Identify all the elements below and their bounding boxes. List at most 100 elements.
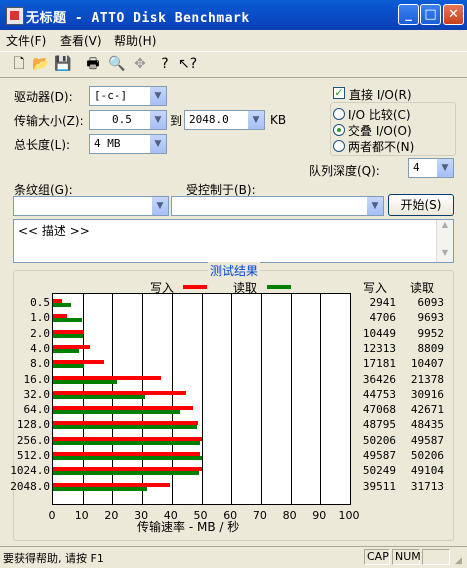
write-value: 50249 (362, 464, 396, 478)
read-bar (53, 394, 145, 399)
stripe-group-select[interactable]: ▼ (13, 196, 169, 216)
read-value: 8809 (417, 341, 445, 355)
y-tick-label: 16.0 (23, 372, 51, 386)
close-button[interactable]: ✕ (443, 4, 464, 25)
y-tick-label: 512.0 (16, 449, 50, 462)
chevron-down-icon[interactable]: ▼ (149, 135, 166, 153)
write-value: 17181 (362, 357, 396, 371)
read-bar (53, 333, 83, 338)
read-bar (53, 410, 180, 415)
io-overlap-radio[interactable] (333, 124, 345, 136)
drive-select[interactable]: [-c-] ▼ (89, 86, 167, 106)
io-neither-label: 两者都不(N) (348, 140, 415, 154)
total-length-value: 4 MB (94, 137, 121, 150)
read-bar (53, 471, 199, 476)
io-compare-radio[interactable] (333, 108, 345, 120)
io-neither-radio[interactable] (333, 140, 345, 152)
x-tick-label: 80 (282, 509, 297, 522)
chevron-down-icon[interactable]: ▼ (247, 111, 264, 129)
read-value: 10407 (410, 357, 444, 371)
save-icon[interactable]: 💾 (54, 55, 72, 73)
open-icon[interactable]: 📂 (32, 55, 50, 73)
status-help-text: 要获得帮助, 请按 F1 (3, 552, 104, 565)
start-button[interactable]: 开始(S) (388, 194, 454, 216)
grid-line (291, 294, 292, 504)
x-tick-label: 70 (252, 509, 267, 522)
description-scrollbar[interactable]: ▲ ▼ (436, 220, 453, 262)
y-tick-label: 1.0 (30, 311, 50, 325)
write-value: 10449 (362, 326, 396, 340)
y-tick-label: 8.0 (30, 357, 50, 371)
queue-depth-value: 4 (413, 161, 420, 174)
y-tick-label: 0.5 (30, 296, 50, 309)
y-tick-label: 2.0 (30, 326, 50, 340)
menu-view[interactable]: 查看(V) (60, 32, 102, 49)
read-bar (53, 486, 148, 491)
toolbar: 🗋 📂 💾 🖶 🔍 ✥ ? ↖? (0, 51, 467, 78)
read-value: 9693 (417, 311, 445, 325)
x-tick-label: 100 (338, 509, 360, 522)
read-value: 49104 (410, 464, 444, 478)
read-bar (53, 303, 72, 307)
x-tick-label: 90 (312, 509, 327, 522)
read-value: 6093 (417, 296, 445, 309)
chevron-down-icon[interactable]: ▼ (366, 197, 383, 215)
controlled-by-select[interactable]: ▼ (171, 196, 384, 216)
transfer-to-value: 2048.0 (189, 113, 229, 126)
io-compare-label: I/O 比较(C) (348, 108, 411, 122)
resize-grip-icon[interactable]: ◢ (455, 556, 465, 566)
total-length-select[interactable]: 4 MB ▼ (89, 134, 167, 154)
description-text: << 描述 >> (18, 224, 90, 238)
read-value: 30916 (410, 387, 444, 401)
read-bar (53, 364, 84, 369)
total-length-label: 总长度(L): (14, 138, 71, 152)
print-preview-icon[interactable]: 🔍 (108, 55, 126, 73)
help-icon[interactable]: ? (156, 55, 174, 73)
menu-help[interactable]: 帮助(H) (114, 32, 156, 49)
print-icon[interactable]: 🖶 (84, 55, 102, 73)
chevron-down-icon[interactable]: ▼ (149, 111, 166, 129)
chevron-down-icon[interactable]: ▼ (436, 159, 453, 177)
maximize-button[interactable]: □ (420, 4, 441, 25)
benchmark-chart (52, 293, 351, 505)
legend-write-swatch (183, 285, 207, 289)
title-bar: 无标题 - ATTO Disk Benchmark _ □ ✕ (0, 0, 467, 30)
minimize-button[interactable]: _ (398, 4, 419, 25)
unit-label: KB (270, 113, 287, 127)
io-overlap-label: 交叠 I/O(O) (348, 124, 412, 138)
drive-value: [-c-] (94, 89, 128, 102)
y-tick-label: 4.0 (30, 341, 50, 355)
y-tick-label: 128.0 (16, 418, 50, 432)
grid-line (320, 294, 321, 504)
new-icon[interactable]: 🗋 (10, 55, 28, 73)
read-bar (53, 318, 82, 323)
column-read-header: 读取 (410, 281, 435, 295)
queue-depth-select[interactable]: 4 ▼ (408, 158, 454, 178)
chevron-down-icon[interactable]: ▼ (151, 197, 168, 215)
scroll-up-icon[interactable]: ▲ (437, 220, 453, 234)
window-title: 无标题 - ATTO Disk Benchmark (26, 11, 250, 26)
transfer-from-select[interactable]: 0.5 ▼ (89, 110, 167, 130)
x-axis-label: 传输速率 - MB / 秒 (137, 520, 240, 534)
move-icon[interactable]: ✥ (131, 55, 149, 73)
legend-read-swatch (267, 285, 291, 289)
direct-io-checkbox[interactable]: ✓ (333, 87, 345, 99)
results-title: 测试结果 (208, 262, 261, 279)
read-value: 31713 (410, 479, 444, 493)
scroll-down-icon[interactable]: ▼ (437, 248, 453, 262)
write-value: 47068 (362, 403, 396, 417)
menu-file[interactable]: 文件(F) (6, 32, 46, 49)
write-value: 39511 (362, 479, 396, 493)
chevron-down-icon[interactable]: ▼ (149, 87, 166, 105)
context-help-icon[interactable]: ↖? (178, 55, 197, 73)
app-icon[interactable] (6, 7, 24, 25)
direct-io-label: 直接 I/O(R) (349, 88, 412, 102)
y-tick-label: 2048.0 (10, 479, 50, 493)
drive-label: 驱动器(D): (14, 90, 73, 104)
transfer-size-label: 传输大小(Z): (14, 114, 84, 128)
description-box[interactable]: << 描述 >> ▲ ▼ (13, 219, 454, 263)
read-value: 49587 (410, 433, 444, 447)
grid-line (261, 294, 262, 504)
transfer-to-select[interactable]: 2048.0 ▼ (184, 110, 265, 130)
menu-bar: 文件(F) 查看(V) 帮助(H) (0, 30, 467, 50)
